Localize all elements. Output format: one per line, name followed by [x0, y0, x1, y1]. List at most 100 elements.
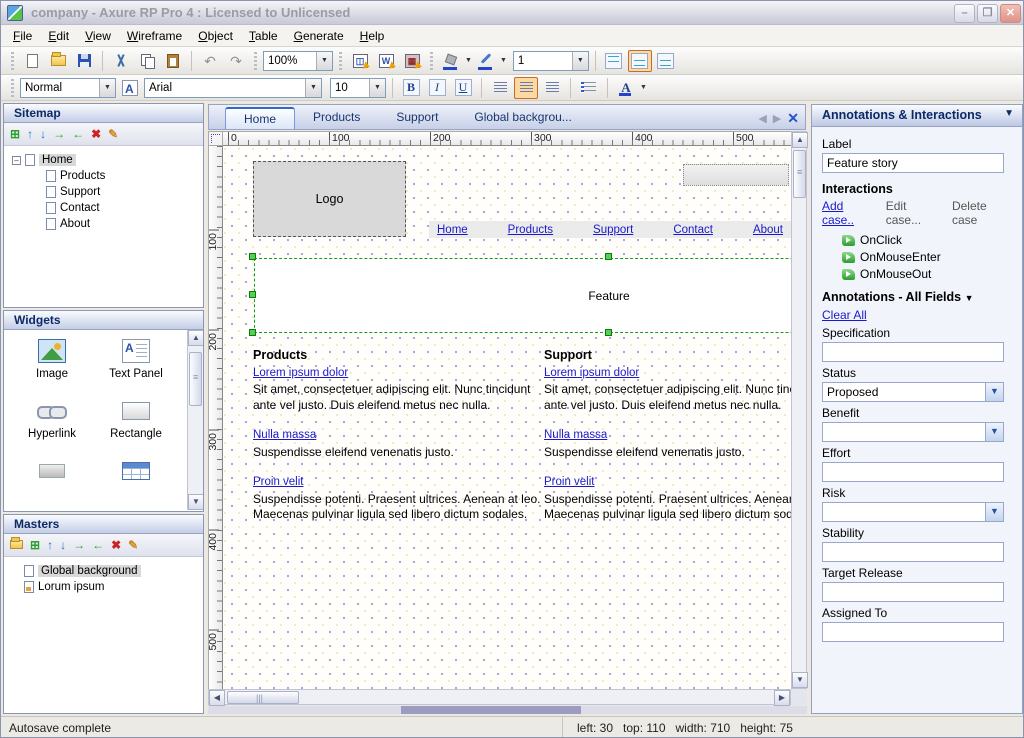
- italic-button[interactable]: I: [425, 77, 449, 99]
- tab-scroll-left-icon[interactable]: ◀: [758, 112, 766, 125]
- nav-link-about[interactable]: About: [753, 224, 783, 236]
- paste-button[interactable]: [161, 50, 185, 72]
- scroll-down-icon[interactable]: ▼: [792, 672, 808, 688]
- chevron-down-icon[interactable]: ▼: [1004, 108, 1014, 126]
- menu-help[interactable]: Help: [352, 26, 393, 46]
- tab-home[interactable]: Home: [225, 107, 295, 129]
- chevron-down-icon[interactable]: ▼: [369, 79, 385, 97]
- minimize-button[interactable]: –: [954, 4, 975, 23]
- font-size-combobox[interactable]: 10 ▼: [330, 78, 386, 98]
- scrollbar-thumb[interactable]: [401, 706, 581, 714]
- tree-item-products[interactable]: Products: [46, 168, 203, 184]
- wireframe-link[interactable]: Proin velit: [253, 476, 304, 488]
- chevron-down-icon[interactable]: ▼: [640, 84, 647, 91]
- close-button[interactable]: ✕: [1000, 4, 1021, 23]
- tab-products[interactable]: Products: [295, 107, 378, 129]
- all-fields-heading[interactable]: Annotations - All Fields ▼: [822, 290, 1012, 304]
- tab-close-icon[interactable]: ✕: [787, 110, 799, 127]
- align-top-button[interactable]: [602, 50, 626, 72]
- generate-spec-button[interactable]: ▦: [400, 50, 424, 72]
- chevron-down-icon[interactable]: ▼: [985, 423, 1003, 441]
- menu-edit[interactable]: Edit: [40, 26, 77, 46]
- font-color-button[interactable]: A: [614, 77, 638, 99]
- tab-scroll-right-icon[interactable]: ▶: [773, 112, 781, 125]
- edit-master-icon[interactable]: ✎: [128, 539, 138, 551]
- move-down-icon[interactable]: ↓: [60, 539, 66, 551]
- widget-text-panel[interactable]: Text Panel: [94, 334, 178, 380]
- resize-handle-middle-left[interactable]: [249, 291, 256, 298]
- widget-table[interactable]: [94, 454, 178, 488]
- resize-handle-top-middle[interactable]: [605, 253, 612, 260]
- resize-handle-top-left[interactable]: [249, 253, 256, 260]
- style-combobox[interactable]: Normal ▼: [20, 78, 116, 98]
- font-combobox[interactable]: Arial ▼: [144, 78, 322, 98]
- nav-link-home[interactable]: Home: [437, 224, 468, 236]
- scrollbar-thumb[interactable]: [793, 150, 806, 198]
- nav-link-products[interactable]: Products: [508, 224, 553, 236]
- menu-object[interactable]: Object: [190, 26, 241, 46]
- scrollbar-thumb[interactable]: [227, 691, 299, 704]
- indent-icon[interactable]: →: [53, 128, 65, 140]
- menu-generate[interactable]: Generate: [286, 26, 352, 46]
- outdent-icon[interactable]: ←: [92, 539, 104, 551]
- support-column[interactable]: Support Lorem ipsum dolor Sit amet, cons…: [544, 348, 791, 537]
- add-case-link[interactable]: Add case..: [822, 199, 876, 227]
- copy-button[interactable]: [135, 50, 159, 72]
- outdent-icon[interactable]: ←: [72, 128, 84, 140]
- stability-input[interactable]: [822, 542, 1004, 562]
- scroll-left-icon[interactable]: ◀: [209, 690, 225, 706]
- delete-page-icon[interactable]: ✖: [91, 128, 101, 140]
- nav-link-support[interactable]: Support: [593, 224, 633, 236]
- clear-all-link[interactable]: Clear All: [822, 308, 867, 322]
- scroll-up-icon[interactable]: ▲: [792, 132, 808, 148]
- scrollbar-thumb[interactable]: [189, 352, 202, 406]
- undo-button[interactable]: ↶: [198, 50, 222, 72]
- scroll-down-icon[interactable]: ▼: [188, 494, 203, 510]
- toolbar-grip[interactable]: [11, 79, 14, 97]
- specification-input[interactable]: [822, 342, 1004, 362]
- new-button[interactable]: [20, 50, 44, 72]
- edit-page-icon[interactable]: ✎: [108, 128, 118, 140]
- logo-widget[interactable]: Logo: [253, 161, 406, 237]
- cut-button[interactable]: [109, 50, 133, 72]
- canvas-horizontal-scrollbar[interactable]: ◀ ▶: [208, 689, 791, 705]
- generate-html-button[interactable]: ◫: [348, 50, 372, 72]
- widget-image[interactable]: Image: [10, 334, 94, 380]
- pane-scrollbar[interactable]: [208, 706, 807, 714]
- chevron-down-icon[interactable]: ▼: [985, 503, 1003, 521]
- paragraph-spacing-button[interactable]: [118, 77, 142, 99]
- target-release-input[interactable]: [822, 582, 1004, 602]
- bold-button[interactable]: B: [399, 77, 423, 99]
- assigned-to-input[interactable]: [822, 622, 1004, 642]
- restore-button[interactable]: ❐: [977, 4, 998, 23]
- chevron-down-icon[interactable]: ▼: [305, 79, 321, 97]
- bullet-list-button[interactable]: [577, 77, 601, 99]
- align-center-button[interactable]: [514, 77, 538, 99]
- tree-item-about[interactable]: About: [46, 216, 203, 232]
- align-middle-button[interactable]: [628, 50, 652, 72]
- wireframe-link[interactable]: Proin velit: [544, 476, 595, 488]
- tree-item-contact[interactable]: Contact: [46, 200, 203, 216]
- toolbar-grip[interactable]: [430, 52, 433, 70]
- scroll-up-icon[interactable]: ▲: [188, 330, 203, 346]
- zoom-combobox[interactable]: 100% ▼: [263, 51, 333, 71]
- add-page-icon[interactable]: ⊞: [10, 128, 20, 140]
- master-item-global-background[interactable]: Global background: [24, 563, 203, 579]
- underline-button[interactable]: U: [451, 77, 475, 99]
- tab-global-background[interactable]: Global backgrou...: [456, 107, 589, 129]
- wireframe-link[interactable]: Lorem ipsum dolor: [253, 367, 348, 379]
- indent-icon[interactable]: →: [73, 539, 85, 551]
- edit-case-link[interactable]: Edit case...: [886, 199, 942, 227]
- tree-item-support[interactable]: Support: [46, 184, 203, 200]
- redo-button[interactable]: ↷: [224, 50, 248, 72]
- canvas-vertical-scrollbar[interactable]: ▲ ▼: [791, 131, 807, 689]
- open-button[interactable]: [46, 50, 70, 72]
- chevron-down-icon[interactable]: ▼: [99, 79, 115, 97]
- master-item-lorum-ipsum[interactable]: Lorum ipsum: [24, 579, 203, 595]
- risk-select[interactable]: ▼: [822, 502, 1004, 522]
- event-onclick[interactable]: OnClick: [842, 233, 1012, 247]
- move-up-icon[interactable]: ↑: [27, 128, 33, 140]
- scroll-right-icon[interactable]: ▶: [774, 690, 790, 706]
- widget-rectangle[interactable]: Rectangle: [94, 394, 178, 440]
- menu-table[interactable]: Table: [241, 26, 286, 46]
